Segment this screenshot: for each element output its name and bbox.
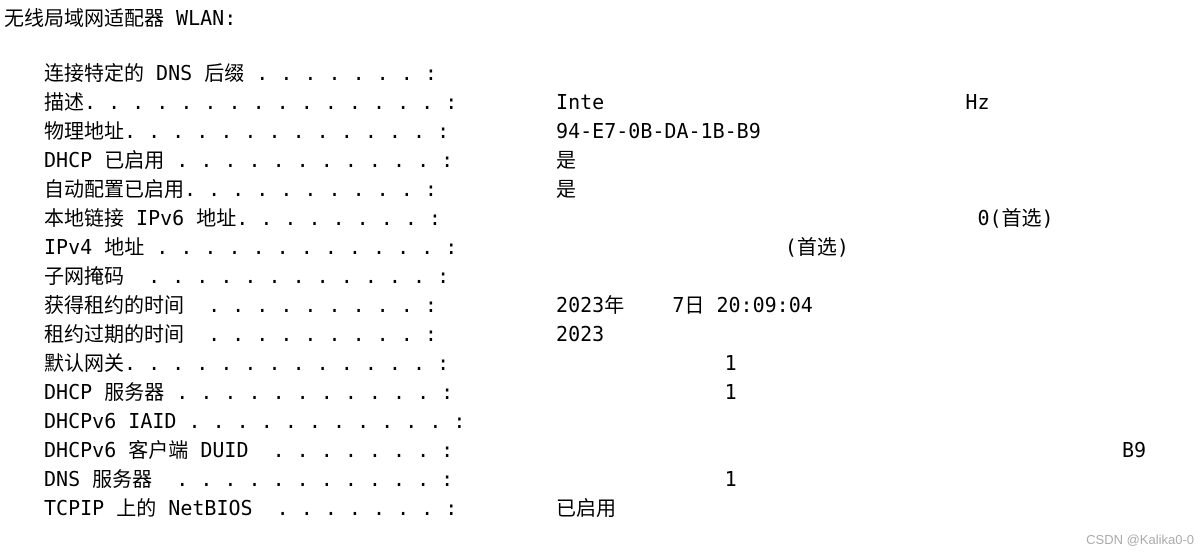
label-dhcp-enabled: DHCP 已启用 . . . . . . . . . . . : [44,146,544,175]
value-subnet-mask [544,262,1204,291]
label-netbios: TCPIP 上的 NetBIOS . . . . . . . : [44,494,544,523]
row-dhcpv6-iaid: DHCPv6 IAID . . . . . . . . . . . : [44,407,1204,436]
label-physical-address: 物理地址. . . . . . . . . . . . . : [44,117,544,146]
adapter-header: 无线局域网适配器 WLAN: [4,4,1204,33]
row-lease-expires: 租约过期的时间 . . . . . . . . . : 2023 [44,320,1204,349]
row-netbios: TCPIP 上的 NetBIOS . . . . . . . : 已启用 [44,494,1204,523]
value-link-local-ipv6: 0(首选) [544,204,1204,233]
label-lease-expires: 租约过期的时间 . . . . . . . . . : [44,320,544,349]
row-dhcp-server: DHCP 服务器 . . . . . . . . . . . : 1 [44,378,1204,407]
value-dns-servers: 1 [544,465,1204,494]
watermark: CSDN @Kalika0-0 [1086,531,1194,550]
value-default-gateway: 1 [544,349,1204,378]
row-lease-obtained: 获得租约的时间 . . . . . . . . . : 2023年 7日 20:… [44,291,1204,320]
row-description: 描述. . . . . . . . . . . . . . . : Inte H… [44,88,1204,117]
row-link-local-ipv6: 本地链接 IPv6 地址. . . . . . . . : 0(首选) [44,204,1204,233]
value-netbios: 已启用 [544,494,1204,523]
row-dhcpv6-duid: DHCPv6 客户端 DUID . . . . . . . : B9 [44,436,1204,465]
value-physical-address: 94-E7-0B-DA-1B-B9 [544,117,1204,146]
value-lease-expires: 2023 [544,320,1204,349]
row-physical-address: 物理地址. . . . . . . . . . . . . : 94-E7-0B… [44,117,1204,146]
label-dhcpv6-duid: DHCPv6 客户端 DUID . . . . . . . : [44,436,544,465]
value-dhcp-enabled: 是 [544,146,1204,175]
label-dhcpv6-iaid: DHCPv6 IAID . . . . . . . . . . . : [44,407,544,436]
label-lease-obtained: 获得租约的时间 . . . . . . . . . : [44,291,544,320]
value-dns-suffix [544,59,1204,88]
label-link-local-ipv6: 本地链接 IPv6 地址. . . . . . . . : [44,204,544,233]
value-dhcpv6-duid: B9 [544,436,1204,465]
label-ipv4-address: IPv4 地址 . . . . . . . . . . . . : [44,233,544,262]
row-subnet-mask: 子网掩码 . . . . . . . . . . . . : [44,262,1204,291]
value-description: Inte Hz [544,88,1204,117]
adapter-details: 连接特定的 DNS 后缀 . . . . . . . : 描述. . . . .… [4,59,1204,523]
value-dhcp-server: 1 [544,378,1204,407]
label-description: 描述. . . . . . . . . . . . . . . : [44,88,544,117]
row-dhcp-enabled: DHCP 已启用 . . . . . . . . . . . : 是 [44,146,1204,175]
label-default-gateway: 默认网关. . . . . . . . . . . . . : [44,349,544,378]
label-dns-servers: DNS 服务器 . . . . . . . . . . . : [44,465,544,494]
row-autoconfig-enabled: 自动配置已启用. . . . . . . . . . : 是 [44,175,1204,204]
label-dns-suffix: 连接特定的 DNS 后缀 . . . . . . . : [44,59,544,88]
row-dns-suffix: 连接特定的 DNS 后缀 . . . . . . . : [44,59,1204,88]
label-subnet-mask: 子网掩码 . . . . . . . . . . . . : [44,262,544,291]
row-ipv4-address: IPv4 地址 . . . . . . . . . . . . : (首选) [44,233,1204,262]
value-dhcpv6-iaid [544,407,1204,436]
label-dhcp-server: DHCP 服务器 . . . . . . . . . . . : [44,378,544,407]
value-autoconfig-enabled: 是 [544,175,1204,204]
value-lease-obtained: 2023年 7日 20:09:04 [544,291,1204,320]
value-ipv4-address: (首选) [544,233,1204,262]
row-dns-servers: DNS 服务器 . . . . . . . . . . . : 1 [44,465,1204,494]
label-autoconfig-enabled: 自动配置已启用. . . . . . . . . . : [44,175,544,204]
row-default-gateway: 默认网关. . . . . . . . . . . . . : 1 [44,349,1204,378]
